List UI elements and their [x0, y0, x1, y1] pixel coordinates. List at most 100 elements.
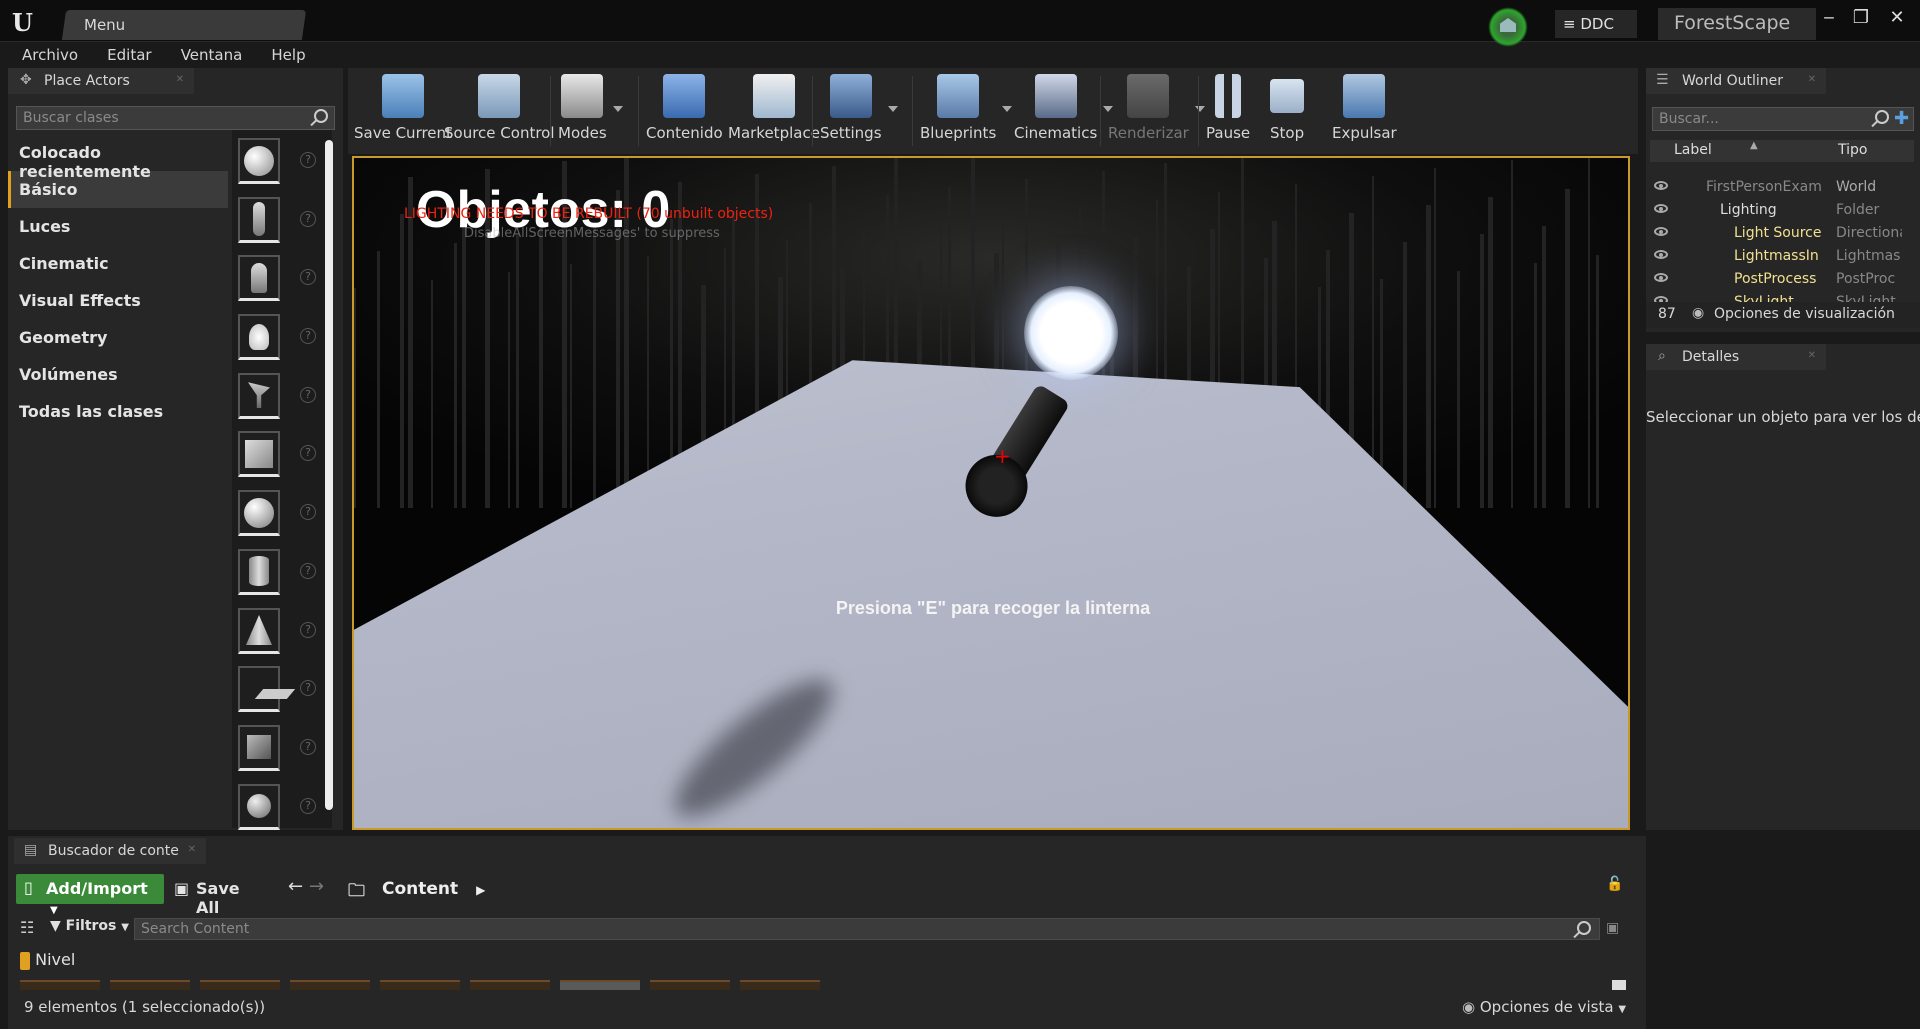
back-arrow-icon[interactable]: ← [288, 876, 303, 897]
restore-icon[interactable]: ❐ [1848, 8, 1874, 30]
expulsar-button[interactable]: Expulsar [1332, 74, 1397, 142]
cylinder-icon[interactable] [238, 548, 280, 595]
source-control-status-icon[interactable] [1488, 7, 1528, 47]
tab-close-icon[interactable]: ✕ [1808, 74, 1816, 85]
level-viewport[interactable]: + Objetos: 0 LIGHTING NEEDS TO BE REBUIL… [352, 156, 1630, 830]
unreal-logo-icon[interactable]: U [12, 8, 38, 37]
add-actor-icon[interactable]: ✚ [1894, 108, 1914, 130]
actor-item[interactable]: ? [232, 482, 332, 541]
save-all-button[interactable]: ▣ Save All [174, 874, 264, 917]
actor-item[interactable]: ? [232, 658, 332, 717]
search-classes-input[interactable]: Buscar clases [16, 106, 335, 130]
add-import-button[interactable]: ▯ Add/Import ▼ [16, 874, 164, 916]
settings-button[interactable]: Settings [820, 74, 898, 142]
level-tab[interactable]: Menu [61, 10, 307, 40]
category-all-classes[interactable]: Todas las clases [8, 393, 228, 430]
help-icon[interactable]: ? [300, 210, 316, 227]
col-label[interactable]: Label [1674, 142, 1712, 158]
help-icon[interactable]: ? [300, 445, 316, 462]
pawn-icon[interactable] [238, 255, 280, 302]
place-actors-tab[interactable]: ✥ Place Actors ✕ [8, 68, 194, 94]
visibility-eye-icon[interactable] [1654, 181, 1668, 190]
ddc-button[interactable]: ≡ DDC [1555, 10, 1637, 38]
outliner-row[interactable]: PostProcess PostProc [1650, 268, 1902, 291]
contenido-button[interactable]: Contenido [646, 74, 723, 142]
search-icon[interactable] [1875, 110, 1889, 124]
character-icon[interactable] [238, 196, 280, 243]
visibility-eye-icon[interactable] [1654, 204, 1668, 213]
category-cinematic[interactable]: Cinematic [8, 245, 228, 282]
outliner-search-input[interactable]: Buscar... [1652, 107, 1914, 131]
asset-tile[interactable] [560, 980, 640, 990]
help-icon[interactable]: ? [300, 738, 316, 755]
help-icon[interactable]: ? [300, 269, 316, 286]
search-content-input[interactable]: Search Content [134, 918, 1600, 940]
sphere-trigger-icon[interactable] [238, 783, 280, 830]
actor-item[interactable]: ? [232, 189, 332, 248]
close-icon[interactable]: ✕ [1884, 8, 1910, 30]
tab-close-icon[interactable]: ✕ [188, 844, 196, 855]
actor-item[interactable]: ? [232, 130, 332, 189]
category-lights[interactable]: Luces [8, 208, 228, 245]
filters-dropdown[interactable]: ▼ Filtros ▼ [50, 918, 130, 940]
asset-tile[interactable] [110, 980, 190, 990]
actor-list-scrollbar[interactable] [325, 140, 333, 810]
outliner-row[interactable]: Light Source Directiona [1650, 222, 1902, 245]
box-trigger-icon[interactable] [238, 724, 280, 771]
asset-tile[interactable] [20, 980, 100, 990]
sphere-icon[interactable] [238, 490, 280, 537]
save-search-icon[interactable]: ▣ [1606, 920, 1619, 936]
category-volumes[interactable]: Volúmenes [8, 356, 228, 393]
visibility-eye-icon[interactable] [1654, 273, 1668, 282]
save-current-button[interactable]: Save Current [354, 74, 452, 142]
category-geometry[interactable]: Geometry [8, 319, 228, 356]
cinematics-button[interactable]: Cinematics [1014, 74, 1114, 142]
asset-tile[interactable] [740, 980, 820, 990]
actor-item[interactable]: ? [232, 247, 332, 306]
actor-item[interactable]: ? [232, 600, 332, 659]
cone-icon[interactable] [238, 607, 280, 654]
filter-chip-nivel[interactable]: Nivel [20, 950, 140, 972]
category-visual-effects[interactable]: Visual Effects [8, 282, 228, 319]
content-path-breadcrumb[interactable]: 🗀 Content ▶ [348, 874, 488, 904]
actor-item[interactable]: ? [232, 541, 332, 600]
asset-scrollbar[interactable] [1612, 980, 1626, 990]
visibility-eye-icon[interactable] [1654, 250, 1668, 259]
visibility-eye-icon[interactable] [1654, 227, 1668, 236]
actor-item[interactable]: ? [232, 306, 332, 365]
chevron-right-icon[interactable]: ▶ [476, 883, 485, 897]
blueprints-button[interactable]: Blueprints [920, 74, 1013, 142]
dropdown-arrow-icon[interactable] [1002, 106, 1013, 112]
actor-item[interactable]: ? [232, 776, 332, 835]
search-icon[interactable] [314, 109, 328, 123]
dropdown-arrow-icon[interactable] [887, 106, 898, 112]
actor-item[interactable]: ? [232, 717, 332, 776]
world-outliner-tab[interactable]: ☰ World Outliner ✕ [1646, 68, 1826, 94]
sort-asc-icon[interactable]: ▲ [1750, 140, 1758, 151]
outliner-row[interactable]: Lighting Folder [1650, 199, 1902, 222]
col-type[interactable]: Tipo [1838, 142, 1867, 158]
help-icon[interactable]: ? [300, 328, 316, 345]
actor-item[interactable]: ? [232, 423, 332, 482]
asset-tile[interactable] [470, 980, 550, 990]
plane-icon[interactable] [238, 666, 296, 713]
lock-icon[interactable]: 🔓 [1606, 876, 1623, 892]
outliner-row[interactable]: LightmassIn Lightmas [1650, 245, 1902, 268]
asset-tile[interactable] [650, 980, 730, 990]
forward-arrow-icon[interactable]: → [309, 876, 324, 897]
content-view-options[interactable]: ◉ Opciones de vista ▼ [1462, 998, 1626, 1016]
minimize-icon[interactable]: ‒ [1816, 8, 1842, 30]
player-start-icon[interactable] [238, 372, 280, 419]
modes-button[interactable]: Modes [558, 74, 623, 142]
help-icon[interactable]: ? [300, 797, 316, 814]
point-light-icon[interactable] [238, 314, 280, 361]
category-recent[interactable]: Colocado recientemente [8, 134, 228, 181]
search-icon[interactable] [1577, 921, 1591, 935]
menu-help[interactable]: Help [271, 44, 305, 66]
tab-close-icon[interactable]: ✕ [176, 74, 184, 85]
asset-tile[interactable] [200, 980, 280, 990]
help-icon[interactable]: ? [300, 152, 316, 168]
pause-button[interactable]: Pause [1206, 74, 1250, 142]
menu-archivo[interactable]: Archivo [22, 44, 78, 66]
dropdown-arrow-icon[interactable] [1194, 106, 1205, 112]
